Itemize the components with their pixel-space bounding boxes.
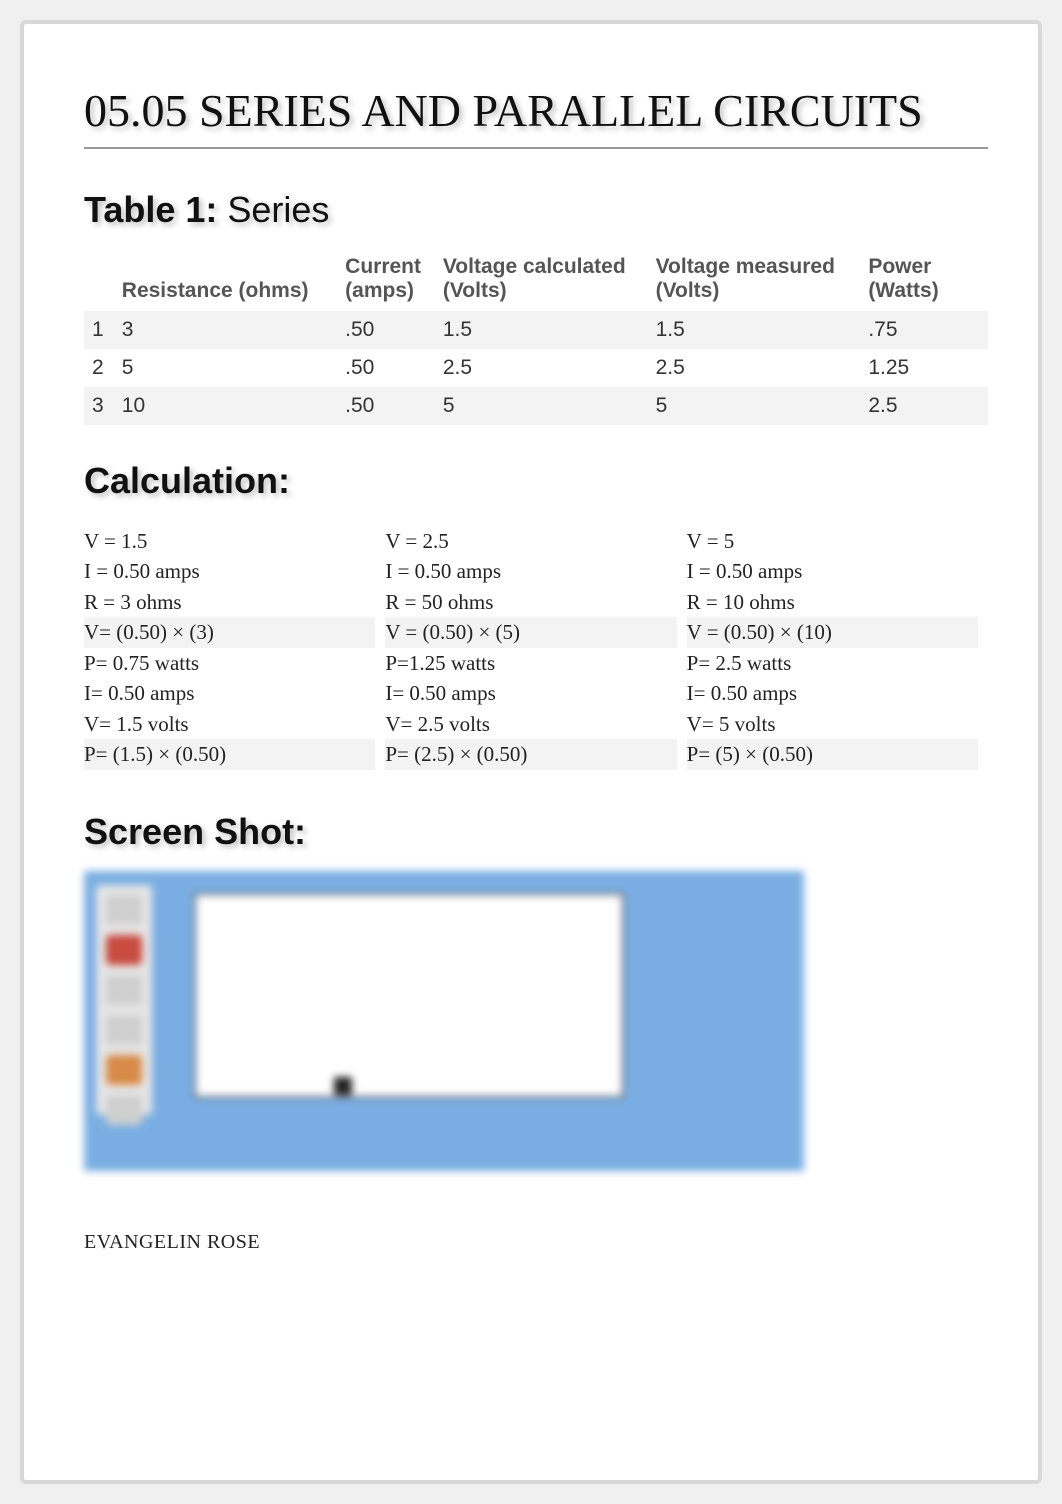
cell-vmeas: 5	[648, 387, 861, 425]
calculation-heading-text: Calculation:	[84, 460, 290, 501]
calc-line: I= 0.50 amps	[385, 678, 676, 708]
cell-idx: 3	[84, 387, 114, 425]
cell-resistance: 3	[114, 311, 337, 349]
table-row: 2 5 .50 2.5 2.5 1.25	[84, 349, 988, 387]
calc-line: I = 0.50 amps	[84, 556, 375, 586]
calc-line: P= (5) × (0.50)	[687, 739, 978, 769]
toolbar-button-icon	[106, 935, 142, 965]
toolbar-button-icon	[106, 1015, 142, 1045]
calc-column-3: V = 5 I = 0.50 amps R = 10 ohms V = (0.5…	[687, 520, 988, 776]
document-page: 05.05 SERIES AND PARALLEL CIRCUITS Table…	[20, 20, 1042, 1484]
table1-heading-light: Series	[227, 189, 329, 230]
calculation-heading: Calculation:	[84, 460, 988, 502]
screenshot-marker-icon	[334, 1077, 352, 1095]
cell-power: 2.5	[860, 387, 988, 425]
calc-line: I= 0.50 amps	[687, 678, 978, 708]
screenshot-toolbar	[96, 885, 152, 1115]
calc-line: V= 5 volts	[687, 709, 978, 739]
cell-power: .75	[860, 311, 988, 349]
screenshot-heading: Screen Shot:	[84, 811, 988, 853]
toolbar-button-icon	[106, 1095, 142, 1125]
cell-vcalc: 5	[435, 387, 648, 425]
document-title: 05.05 SERIES AND PARALLEL CIRCUITS	[84, 84, 988, 149]
embedded-screenshot	[84, 871, 804, 1171]
toolbar-button-icon	[106, 895, 142, 925]
calculation-grid: V = 1.5 I = 0.50 amps R = 3 ohms V= (0.5…	[84, 520, 988, 776]
cell-resistance: 5	[114, 349, 337, 387]
calc-line: P=1.25 watts	[385, 648, 676, 678]
cell-current: .50	[337, 349, 435, 387]
calc-line: P= (2.5) × (0.50)	[385, 739, 676, 769]
calc-line: P= 2.5 watts	[687, 648, 978, 678]
calc-line: R = 50 ohms	[385, 587, 676, 617]
series-table: Resistance (ohms) Current (amps) Voltage…	[84, 249, 988, 425]
cell-current: .50	[337, 311, 435, 349]
table1-heading-bold: Table 1:	[84, 189, 227, 230]
table-header-row: Resistance (ohms) Current (amps) Voltage…	[84, 249, 988, 311]
calc-line: P= 0.75 watts	[84, 648, 375, 678]
toolbar-button-icon	[106, 975, 142, 1005]
cell-vcalc: 2.5	[435, 349, 648, 387]
calc-column-1: V = 1.5 I = 0.50 amps R = 3 ohms V= (0.5…	[84, 520, 385, 776]
calc-line: V = (0.50) × (5)	[385, 617, 676, 647]
calc-line: V = 1.5	[84, 526, 375, 556]
calc-line: P= (1.5) × (0.50)	[84, 739, 375, 769]
calc-line: I = 0.50 amps	[687, 556, 978, 586]
calc-line: V= 2.5 volts	[385, 709, 676, 739]
screenshot-heading-text: Screen Shot:	[84, 811, 306, 852]
toolbar-button-icon	[106, 1055, 142, 1085]
cell-power: 1.25	[860, 349, 988, 387]
screenshot-canvas	[194, 893, 624, 1098]
cell-vmeas: 2.5	[648, 349, 861, 387]
th-resistance: Resistance (ohms)	[114, 249, 337, 311]
cell-idx: 1	[84, 311, 114, 349]
calc-line: I= 0.50 amps	[84, 678, 375, 708]
calc-line: V= 1.5 volts	[84, 709, 375, 739]
table-row: 1 3 .50 1.5 1.5 .75	[84, 311, 988, 349]
calc-line: R = 10 ohms	[687, 587, 978, 617]
author-name: EVANGELIN ROSE	[84, 1231, 988, 1254]
calc-line: V = 2.5	[385, 526, 676, 556]
th-current: Current (amps)	[337, 249, 435, 311]
th-index	[84, 249, 114, 311]
calc-column-2: V = 2.5 I = 0.50 amps R = 50 ohms V = (0…	[385, 520, 686, 776]
table-row: 3 10 .50 5 5 2.5	[84, 387, 988, 425]
cell-idx: 2	[84, 349, 114, 387]
calc-line: V = 5	[687, 526, 978, 556]
cell-current: .50	[337, 387, 435, 425]
calc-line: V= (0.50) × (3)	[84, 617, 375, 647]
calc-line: I = 0.50 amps	[385, 556, 676, 586]
th-power: Power (Watts)	[860, 249, 988, 311]
th-voltage-meas: Voltage measured (Volts)	[648, 249, 861, 311]
table1-heading: Table 1: Series	[84, 189, 988, 231]
calc-line: V = (0.50) × (10)	[687, 617, 978, 647]
cell-resistance: 10	[114, 387, 337, 425]
th-voltage-calc: Voltage calculated (Volts)	[435, 249, 648, 311]
calc-line: R = 3 ohms	[84, 587, 375, 617]
cell-vmeas: 1.5	[648, 311, 861, 349]
cell-vcalc: 1.5	[435, 311, 648, 349]
